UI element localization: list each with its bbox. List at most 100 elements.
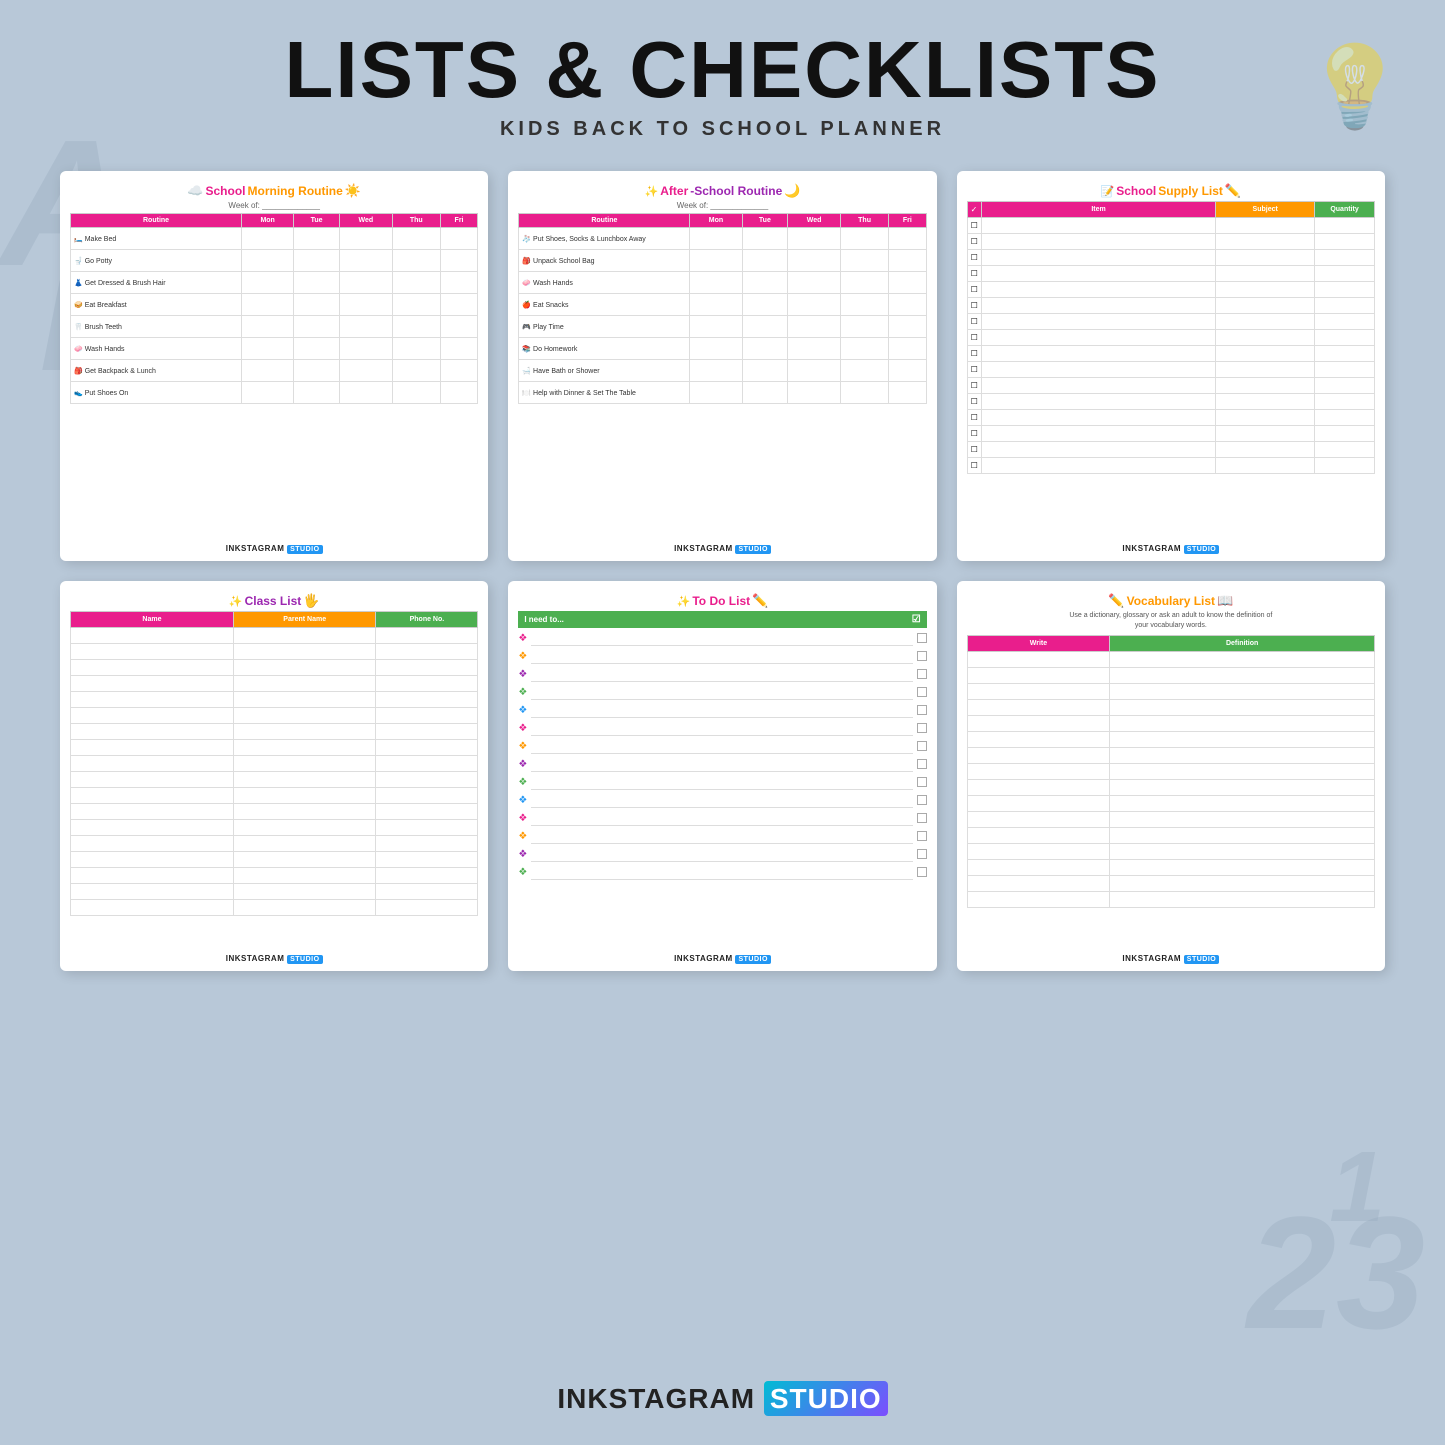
todo-header-text: I need to... bbox=[524, 615, 564, 624]
todo-row: ❖ bbox=[518, 756, 926, 772]
class-row bbox=[71, 756, 478, 772]
class-row bbox=[71, 788, 478, 804]
supply-row: ☐ bbox=[967, 234, 1374, 250]
class-col-phone: Phone No. bbox=[376, 612, 478, 628]
after-col-routine: Routine bbox=[519, 214, 690, 228]
vocab-brand: INKSTAGRAM STUDIO bbox=[967, 950, 1375, 963]
class-title: ✨ Class List 🖐️ bbox=[70, 593, 478, 609]
after-routine-card: ✨ After -School Routine 🌙 Week of: _____… bbox=[508, 171, 936, 561]
todo-card: ✨ To Do List ✏️ I need to... ☑ ❖ ❖ ❖ ❖ ❖… bbox=[508, 581, 936, 971]
todo-row: ❖ bbox=[518, 666, 926, 682]
class-row bbox=[71, 740, 478, 756]
todo-row: ❖ bbox=[518, 828, 926, 844]
morning-col-tue: Tue bbox=[294, 214, 340, 228]
vocab-card: ✏️ Vocabulary List 📖 Use a dictionary, g… bbox=[957, 581, 1385, 971]
class-row bbox=[71, 628, 478, 644]
class-row bbox=[71, 660, 478, 676]
footer: INKSTAGRAM STUDIO bbox=[0, 1383, 1445, 1415]
todo-row: ❖ bbox=[518, 864, 926, 880]
morning-row: 🚽Go Potty bbox=[71, 250, 478, 272]
vocab-title: ✏️ Vocabulary List 📖 bbox=[967, 593, 1375, 609]
after-row: 📚Do Homework bbox=[519, 338, 926, 360]
morning-week: Week of: _____________ bbox=[70, 201, 478, 210]
vocab-row bbox=[967, 651, 1374, 667]
morning-col-routine: Routine bbox=[71, 214, 242, 228]
morning-title: ☁️ School Morning Routine ☀️ bbox=[70, 183, 478, 199]
class-row bbox=[71, 900, 478, 916]
supply-table: ✓ Item Subject Quantity ☐ ☐ ☐ ☐ ☐ bbox=[967, 201, 1375, 474]
class-row bbox=[71, 884, 478, 900]
morning-row: 🥪Eat Breakfast bbox=[71, 294, 478, 316]
morning-col-wed: Wed bbox=[339, 214, 392, 228]
supply-title: 📝 School Supply List ✏️ bbox=[967, 183, 1375, 199]
vocab-row bbox=[967, 683, 1374, 699]
todo-row: ❖ bbox=[518, 684, 926, 700]
vocab-row bbox=[967, 747, 1374, 763]
class-row bbox=[71, 724, 478, 740]
supply-col-qty: Quantity bbox=[1315, 202, 1375, 218]
vocab-row bbox=[967, 763, 1374, 779]
supply-brand: INKSTAGRAM STUDIO bbox=[967, 540, 1375, 553]
morning-routine-card: ☁️ School Morning Routine ☀️ Week of: __… bbox=[60, 171, 488, 561]
supply-row: ☐ bbox=[967, 410, 1374, 426]
vocab-row bbox=[967, 827, 1374, 843]
morning-row: 👟Put Shoes On bbox=[71, 382, 478, 404]
supply-card: 📝 School Supply List ✏️ ✓ Item Subject Q… bbox=[957, 171, 1385, 561]
todo-row: ❖ bbox=[518, 792, 926, 808]
class-brand: INKSTAGRAM STUDIO bbox=[70, 950, 478, 963]
after-week: Week of: _____________ bbox=[518, 201, 926, 210]
vocab-desc: Use a dictionary, glossary or ask an adu… bbox=[967, 611, 1375, 631]
todo-row: ❖ bbox=[518, 630, 926, 646]
after-row: 🎮Play Time bbox=[519, 316, 926, 338]
after-col-thu: Thu bbox=[841, 214, 889, 228]
class-row bbox=[71, 772, 478, 788]
after-col-fri: Fri bbox=[889, 214, 927, 228]
after-row: 🛁Have Bath or Shower bbox=[519, 360, 926, 382]
footer-studio: STUDIO bbox=[764, 1381, 888, 1416]
todo-rows: ❖ ❖ ❖ ❖ ❖ ❖ ❖ ❖ ❖ ❖ ❖ bbox=[518, 630, 926, 882]
sub-title: KIDS BACK TO SCHOOL PLANNER bbox=[0, 118, 1445, 141]
class-col-parent: Parent Name bbox=[233, 612, 376, 628]
class-row bbox=[71, 852, 478, 868]
after-row: 🧦Put Shoes, Socks & Lunchbox Away bbox=[519, 228, 926, 250]
supply-row: ☐ bbox=[967, 426, 1374, 442]
vocab-row bbox=[967, 731, 1374, 747]
todo-row: ❖ bbox=[518, 774, 926, 790]
after-row: 🎒Unpack School Bag bbox=[519, 250, 926, 272]
supply-row: ☐ bbox=[967, 314, 1374, 330]
class-row bbox=[71, 804, 478, 820]
supply-row: ☐ bbox=[967, 394, 1374, 410]
todo-header: I need to... ☑ bbox=[518, 611, 926, 628]
vocab-row bbox=[967, 667, 1374, 683]
morning-row: 🦷Brush Teeth bbox=[71, 316, 478, 338]
supply-row: ☐ bbox=[967, 378, 1374, 394]
vocab-row bbox=[967, 891, 1374, 907]
supply-row: ☐ bbox=[967, 330, 1374, 346]
todo-row: ❖ bbox=[518, 720, 926, 736]
vocab-row bbox=[967, 779, 1374, 795]
after-table: Routine Mon Tue Wed Thu Fri 🧦Put Shoes, … bbox=[518, 213, 926, 404]
footer-brand: INKSTAGRAM STUDIO bbox=[557, 1381, 887, 1416]
morning-row: 🎒Get Backpack & Lunch bbox=[71, 360, 478, 382]
supply-col-item: Item bbox=[981, 202, 1215, 218]
after-brand: INKSTAGRAM STUDIO bbox=[518, 540, 926, 553]
class-row bbox=[71, 676, 478, 692]
supply-row: ☐ bbox=[967, 362, 1374, 378]
todo-row: ❖ bbox=[518, 738, 926, 754]
supply-row: ☐ bbox=[967, 298, 1374, 314]
todo-row: ❖ bbox=[518, 810, 926, 826]
class-row bbox=[71, 692, 478, 708]
vocab-row bbox=[967, 811, 1374, 827]
after-title: ✨ After -School Routine 🌙 bbox=[518, 183, 926, 199]
morning-brand: INKSTAGRAM STUDIO bbox=[70, 540, 478, 553]
class-col-name: Name bbox=[71, 612, 234, 628]
morning-col-fri: Fri bbox=[440, 214, 478, 228]
pages-grid: ☁️ School Morning Routine ☀️ Week of: __… bbox=[0, 151, 1445, 991]
after-row: 🍽️Help with Dinner & Set The Table bbox=[519, 382, 926, 404]
main-title: LISTS & CHECKLISTS bbox=[0, 30, 1445, 110]
footer-ink: INKSTAGRAM bbox=[557, 1383, 755, 1414]
class-row bbox=[71, 836, 478, 852]
morning-col-thu: Thu bbox=[392, 214, 440, 228]
supply-row: ☐ bbox=[967, 266, 1374, 282]
class-row bbox=[71, 820, 478, 836]
